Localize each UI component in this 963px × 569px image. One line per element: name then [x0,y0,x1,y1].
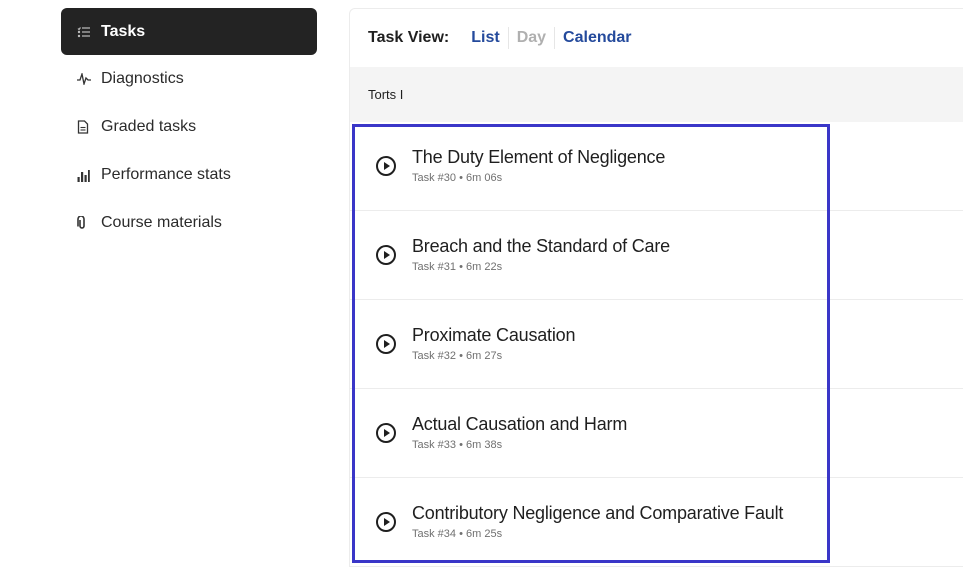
task-meta: Task #34 • 6m 25s [412,527,503,540]
play-icon[interactable] [375,333,397,355]
sidebar-item-label: Diagnostics [101,70,184,87]
task-meta: Task #33 • 6m 38s [412,438,503,451]
sidebar: Tasks Diagnostics Graded tasks Performan… [61,8,317,247]
task-title[interactable]: Proximate Causation [412,325,575,346]
view-option-list[interactable]: List [463,29,507,47]
task-view-label: Task View: [368,29,450,46]
sidebar-item-performance-stats[interactable]: Performance stats [61,151,317,199]
view-option-day[interactable]: Day [509,29,554,47]
list-icon [77,26,95,38]
task-list: The Duty Element of Negligence Task #30 … [350,122,963,566]
task-row[interactable]: Actual Causation and Harm Task #33 • 6m … [350,389,963,478]
task-view-bar: Task View: List Day Calendar [350,9,963,67]
task-row[interactable]: Contributory Negligence and Comparative … [350,478,963,566]
play-icon[interactable] [375,511,397,533]
task-meta: Task #30 • 6m 06s [412,171,503,184]
sidebar-item-label: Course materials [101,214,222,231]
task-title[interactable]: Actual Causation and Harm [412,414,627,435]
task-row[interactable]: The Duty Element of Negligence Task #30 … [350,122,963,211]
sidebar-item-label: Graded tasks [101,118,197,135]
sidebar-item-label: Performance stats [101,166,231,183]
play-icon[interactable] [375,422,397,444]
sidebar-item-tasks[interactable]: Tasks [61,8,317,55]
play-icon[interactable] [375,244,397,266]
task-meta: Task #32 • 6m 27s [412,349,503,362]
view-option-calendar[interactable]: Calendar [555,29,639,47]
task-meta: Task #31 • 6m 22s [412,260,503,273]
task-panel: Task View: List Day Calendar Torts I The… [349,8,963,567]
bar-chart-icon [77,169,95,182]
section-header: Torts I [350,67,963,122]
sidebar-item-course-materials[interactable]: Course materials [61,199,317,247]
task-row[interactable]: Proximate Causation Task #32 • 6m 27s [350,300,963,389]
task-title[interactable]: Contributory Negligence and Comparative … [412,503,783,524]
paperclip-icon [77,216,95,230]
sidebar-item-graded-tasks[interactable]: Graded tasks [61,103,317,151]
task-title[interactable]: The Duty Element of Negligence [412,147,665,168]
task-title[interactable]: Breach and the Standard of Care [412,236,670,257]
sidebar-item-diagnostics[interactable]: Diagnostics [61,55,317,103]
sidebar-item-label: Tasks [101,22,146,40]
play-icon[interactable] [375,155,397,177]
task-row[interactable]: Breach and the Standard of Care Task #31… [350,211,963,300]
section-title: Torts I [368,87,404,102]
pulse-icon [77,73,95,85]
document-icon [77,120,95,134]
